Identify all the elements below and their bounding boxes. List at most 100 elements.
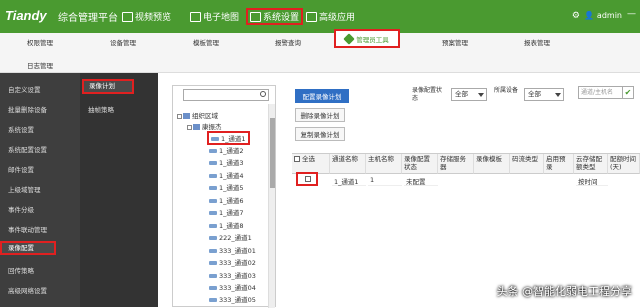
watermark-logo-icon <box>483 286 495 298</box>
camera-icon <box>209 236 217 240</box>
tree-channel[interactable]: 1_通道3 <box>209 157 244 167</box>
subnav-report[interactable]: 报表管理 <box>524 37 550 47</box>
column-header: 云存储配额类型 <box>574 154 608 174</box>
table-cell-host: 1 <box>368 174 402 186</box>
tree-channel[interactable]: 1_通道6 <box>209 195 244 205</box>
subnav-template[interactable]: 模板管理 <box>193 37 219 47</box>
sidebar-item-system-config[interactable]: 系统配置设置 <box>8 144 47 154</box>
subnav-alarm-query[interactable]: 报警查询 <box>275 37 301 47</box>
nav-system-settings[interactable]: 系统设置 <box>246 8 304 25</box>
copy-plan-button[interactable]: 复制录像计划 <box>295 127 345 141</box>
select-all-header[interactable]: 全选 <box>292 154 330 174</box>
sidebar-item-record-config[interactable]: 录像配置 <box>0 241 56 255</box>
column-header: 录像配置状态 <box>402 154 438 174</box>
configure-plan-button[interactable]: 配置录像计划 <box>295 89 349 103</box>
gear-icon[interactable]: ⚙ <box>572 11 580 21</box>
sidebar-submenu: 录像计划 抽帧策略 <box>80 73 158 307</box>
subnav-admin-tools[interactable]: 管理员工具 <box>334 29 400 48</box>
tree-channel[interactable]: 333_通道01 <box>209 245 256 255</box>
camera-icon <box>209 249 217 253</box>
wrench-icon <box>343 32 355 45</box>
nav-e-map[interactable]: 电子地图 <box>190 8 239 25</box>
tree-channel-selected[interactable]: 1_通道1 <box>207 131 250 145</box>
camera-icon <box>209 274 217 278</box>
advanced-icon <box>306 11 317 22</box>
camera-icon <box>209 211 217 215</box>
collapse-icon[interactable] <box>177 113 182 119</box>
sidebar-item-custom[interactable]: 自定义设置 <box>8 84 41 94</box>
org-icon <box>183 113 190 119</box>
watermark: 头条 @智能化弱电工程分享 <box>483 283 632 299</box>
tree-channel[interactable]: 333_通道03 <box>209 270 256 280</box>
map-icon <box>190 11 201 22</box>
dropdown-arrow-icon <box>555 93 561 97</box>
sidebar-item-event-level[interactable]: 事件分级 <box>8 204 34 214</box>
status-filter-label: 录像配置状态 <box>412 87 443 102</box>
org-icon <box>193 124 200 130</box>
confirm-search-icon[interactable]: ✔ <box>622 86 634 99</box>
subnav-permission[interactable]: 权限管理 <box>27 37 53 47</box>
sub-nav: 权限管理 设备管理 模板管理 报警查询 管理员工具 预案管理 报表管理 日志管理 <box>0 29 640 73</box>
sidebar-item-batch-delete[interactable]: 批量删除设备 <box>8 104 47 114</box>
column-header: 主机名称 <box>366 154 402 174</box>
nav-advanced[interactable]: 高级应用 <box>306 8 355 25</box>
camera-icon <box>209 261 217 265</box>
scrollbar-thumb[interactable] <box>270 118 275 188</box>
sidebar-item-event-linkage[interactable]: 事件联动管理 <box>8 224 47 234</box>
tree-channel[interactable]: 1_通道7 <box>209 207 244 217</box>
camera-icon <box>209 161 217 165</box>
tree-channel[interactable]: 1_通道4 <box>209 170 244 180</box>
camera-icon <box>209 149 217 153</box>
tree-channel[interactable]: 1_通道2 <box>209 145 244 155</box>
submenu-record-plan[interactable]: 录像计划 <box>82 79 134 94</box>
camera-icon <box>209 224 217 228</box>
subnav-log[interactable]: 日志管理 <box>27 60 53 70</box>
camera-icon <box>211 137 219 141</box>
table-row-checkbox[interactable] <box>296 172 318 186</box>
sidebar-item-upper-domain[interactable]: 上级域管理 <box>8 184 41 194</box>
camera-icon <box>209 298 217 302</box>
sidebar-item-advanced-network[interactable]: 高级网络设置 <box>8 285 47 295</box>
sidebar-item-system[interactable]: 系统设置 <box>8 124 34 134</box>
column-header: 配额时间(天) <box>608 154 640 174</box>
dropdown-arrow-icon <box>478 93 484 97</box>
submenu-frame-policy[interactable]: 抽帧策略 <box>88 104 114 114</box>
top-bar: Tiandy 综合管理平台 视频预览 电子地图 系统设置 高级应用 ⚙ 👤 ad… <box>0 0 640 33</box>
device-filter-label: 所属设备 <box>494 87 519 94</box>
subnav-plan[interactable]: 预案管理 <box>442 37 468 47</box>
subnav-device[interactable]: 设备管理 <box>110 37 136 47</box>
table-cell-status: 未配置 <box>404 174 438 186</box>
user-menu[interactable]: 👤 admin <box>584 11 622 20</box>
tree-channel[interactable]: 1_通道5 <box>209 182 244 192</box>
sidebar-item-return-policy[interactable]: 回传策略 <box>8 265 34 275</box>
table-cell-quota-type: 按时间 <box>576 174 608 186</box>
device-tree-panel: 组织区域 康振杰 1_通道1 1_通道2 1_通道3 1_通道4 1_通道5 1… <box>172 85 276 308</box>
tree-channel[interactable]: 333_通道02 <box>209 257 256 267</box>
camera-icon <box>209 286 217 290</box>
platform-title: 综合管理平台 <box>58 13 118 24</box>
collapse-icon[interactable] <box>187 124 192 130</box>
select-all-checkbox[interactable] <box>294 156 300 162</box>
tree-node-group[interactable]: 康振杰 <box>187 121 222 131</box>
sidebar-item-mail[interactable]: 邮件设置 <box>8 164 34 174</box>
tree-node-root[interactable]: 组织区域 <box>177 110 218 120</box>
search-icon[interactable] <box>260 91 266 97</box>
tree-scrollbar[interactable] <box>268 104 275 308</box>
minimize-icon[interactable]: — <box>627 9 636 19</box>
column-header: 码流类型 <box>510 154 544 174</box>
delete-plan-button[interactable]: 删除录像计划 <box>295 108 345 122</box>
camera-icon <box>209 174 217 178</box>
nav-video-preview[interactable]: 视频预览 <box>122 8 171 25</box>
tree-channel[interactable]: 222_通道1 <box>209 232 252 242</box>
row-checkbox[interactable] <box>305 176 311 182</box>
settings-icon <box>250 11 261 22</box>
tree-search-input[interactable] <box>183 89 269 101</box>
column-header: 通道名称 <box>330 154 366 174</box>
camera-icon <box>209 186 217 190</box>
column-header: 启用预录 <box>544 154 574 174</box>
tree-channel[interactable]: 333_通道05 <box>209 294 256 304</box>
tree-channel[interactable]: 333_通道04 <box>209 282 256 292</box>
device-filter-select[interactable]: 全部 <box>524 88 564 101</box>
tree-channel[interactable]: 1_通道8 <box>209 220 244 230</box>
status-filter-select[interactable]: 全部 <box>451 88 487 101</box>
